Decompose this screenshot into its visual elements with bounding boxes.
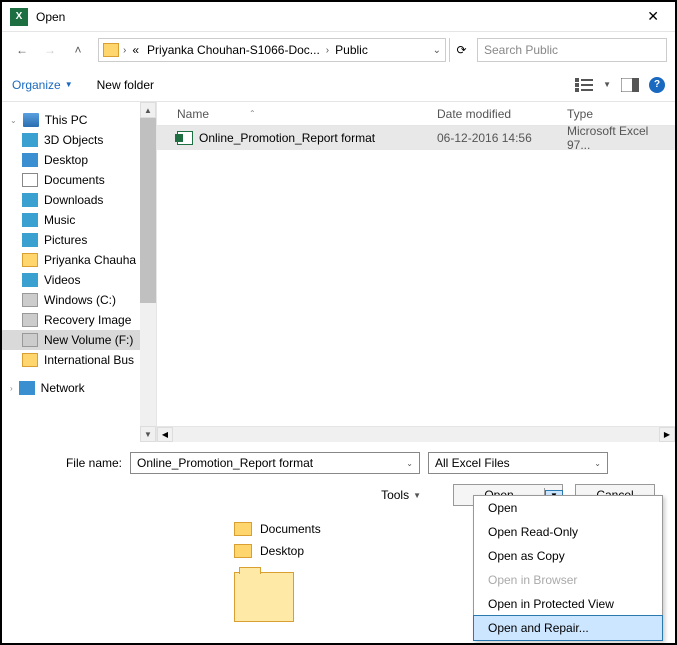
search-input[interactable]: Search Public <box>477 38 667 62</box>
network-icon <box>19 381 35 395</box>
3d-icon <box>22 133 38 147</box>
dd-open[interactable]: Open <box>474 496 662 520</box>
scroll-left-icon[interactable]: ◀ <box>157 427 173 442</box>
chevron-icon: ⌄ <box>10 116 17 125</box>
scroll-right-icon[interactable]: ▶ <box>659 427 675 442</box>
nav-bar: ← → ˄ › « Priyanka Chouhan-S1066-Doc... … <box>2 32 675 68</box>
window-title: Open <box>36 10 639 24</box>
file-name: Online_Promotion_Report format <box>199 131 375 145</box>
drive-icon <box>22 333 38 347</box>
tree-3d-objects[interactable]: 3D Objects <box>2 130 156 150</box>
tree-network[interactable]: › Network <box>2 378 156 398</box>
music-icon <box>22 213 38 227</box>
dd-open-protected[interactable]: Open in Protected View <box>474 592 662 616</box>
tree-pictures[interactable]: Pictures <box>2 230 156 250</box>
tree-this-pc[interactable]: ⌄ This PC <box>2 110 156 130</box>
drive-icon <box>22 313 38 327</box>
sort-asc-icon: ⌃ <box>249 109 256 118</box>
tree-desktop[interactable]: Desktop <box>2 150 156 170</box>
refresh-button[interactable]: ⟳ <box>449 38 473 62</box>
documents-icon <box>22 173 38 187</box>
new-folder-button[interactable]: New folder <box>97 78 154 92</box>
scroll-thumb[interactable] <box>140 118 156 303</box>
col-type[interactable]: Type <box>567 107 675 121</box>
folder-icon <box>22 253 38 267</box>
forward-button[interactable]: → <box>38 38 62 62</box>
chevron-down-icon[interactable]: ⌄ <box>406 459 413 468</box>
chevron-icon: › <box>326 45 329 56</box>
tree-international[interactable]: International Bus <box>2 350 156 370</box>
tree-scrollbar[interactable]: ▲ ▼ <box>140 102 156 442</box>
folder-icon <box>234 544 252 558</box>
drive-icon <box>22 293 38 307</box>
preview-pane-icon[interactable] <box>621 78 639 92</box>
chevron-down-icon[interactable]: ⌄ <box>433 45 441 56</box>
pictures-icon <box>22 233 38 247</box>
up-button[interactable]: ˄ <box>66 38 90 62</box>
dd-open-readonly[interactable]: Open Read-Only <box>474 520 662 544</box>
folder-icon <box>234 522 252 536</box>
folder-icon <box>22 353 38 367</box>
scroll-down-icon[interactable]: ▼ <box>140 426 156 442</box>
file-type: Microsoft Excel 97... <box>567 124 675 152</box>
h-scrollbar[interactable]: ◀ ▶ <box>157 426 675 442</box>
bg-desktop[interactable]: Desktop <box>234 540 473 562</box>
body: ⌄ This PC 3D Objects Desktop Documents D… <box>2 102 675 442</box>
chevron-down-icon[interactable]: ▼ <box>603 80 611 89</box>
tree-music[interactable]: Music <box>2 210 156 230</box>
help-icon[interactable]: ? <box>649 77 665 93</box>
column-headers: Name ⌃ Date modified Type <box>157 102 675 126</box>
file-date: 06-12-2016 14:56 <box>437 131 567 145</box>
chevron-down-icon: ▼ <box>65 80 73 89</box>
scroll-up-icon[interactable]: ▲ <box>140 102 156 118</box>
search-placeholder: Search Public <box>484 43 558 57</box>
toolbar: Organize ▼ New folder ▼ ? <box>2 68 675 102</box>
chevron-down-icon[interactable]: ⌄ <box>594 459 601 468</box>
bg-folder-large-icon[interactable] <box>234 572 294 622</box>
tree-windows-c[interactable]: Windows (C:) <box>2 290 156 310</box>
videos-icon <box>22 273 38 287</box>
bg-documents[interactable]: Documents <box>234 518 473 540</box>
filename-input[interactable]: Online_Promotion_Report format ⌄ <box>130 452 420 474</box>
tree-videos[interactable]: Videos <box>2 270 156 290</box>
open-dropdown-menu: Open Open Read-Only Open as Copy Open in… <box>473 495 663 641</box>
dd-open-as-copy[interactable]: Open as Copy <box>474 544 662 568</box>
downloads-icon <box>22 193 38 207</box>
tree-documents[interactable]: Documents <box>2 170 156 190</box>
dd-open-and-repair[interactable]: Open and Repair... <box>473 615 663 641</box>
excel-file-icon <box>177 131 193 145</box>
desktop-icon <box>22 153 38 167</box>
col-date[interactable]: Date modified <box>437 107 567 121</box>
breadcrumb-seg1[interactable]: Priyanka Chouhan-S1066-Doc... <box>145 43 322 57</box>
back-button[interactable]: ← <box>10 38 34 62</box>
breadcrumb-prefix: « <box>130 43 141 57</box>
file-area: Name ⌃ Date modified Type Online_Promoti… <box>157 102 675 442</box>
tree-priyanka[interactable]: Priyanka Chauha <box>2 250 156 270</box>
tools-button[interactable]: Tools ▼ <box>381 488 421 502</box>
close-icon[interactable]: ✕ <box>639 4 667 29</box>
chevron-icon: › <box>123 45 126 56</box>
breadcrumb-seg2[interactable]: Public <box>333 43 370 57</box>
folder-icon <box>103 43 119 57</box>
chevron-down-icon: ▼ <box>413 491 421 500</box>
file-row[interactable]: Online_Promotion_Report format 06-12-201… <box>157 126 675 150</box>
filename-label: File name: <box>22 456 122 470</box>
chevron-icon: › <box>10 384 13 393</box>
dd-open-in-browser: Open in Browser <box>474 568 662 592</box>
file-type-filter[interactable]: All Excel Files ⌄ <box>428 452 608 474</box>
excel-icon: X <box>10 8 28 26</box>
file-list: Online_Promotion_Report format 06-12-201… <box>157 126 675 426</box>
organize-button[interactable]: Organize ▼ <box>12 78 73 92</box>
tree-recovery[interactable]: Recovery Image <box>2 310 156 330</box>
titlebar: X Open ✕ <box>2 2 675 32</box>
tree-downloads[interactable]: Downloads <box>2 190 156 210</box>
open-dialog: X Open ✕ ← → ˄ › « Priyanka Chouhan-S106… <box>0 0 677 645</box>
col-name[interactable]: Name ⌃ <box>157 107 437 121</box>
pc-icon <box>23 113 39 127</box>
nav-tree: ⌄ This PC 3D Objects Desktop Documents D… <box>2 102 157 442</box>
breadcrumb[interactable]: › « Priyanka Chouhan-S1066-Doc... › Publ… <box>98 38 446 62</box>
tree-new-volume-f[interactable]: New Volume (F:) <box>2 330 156 350</box>
view-details-icon[interactable] <box>575 78 593 92</box>
